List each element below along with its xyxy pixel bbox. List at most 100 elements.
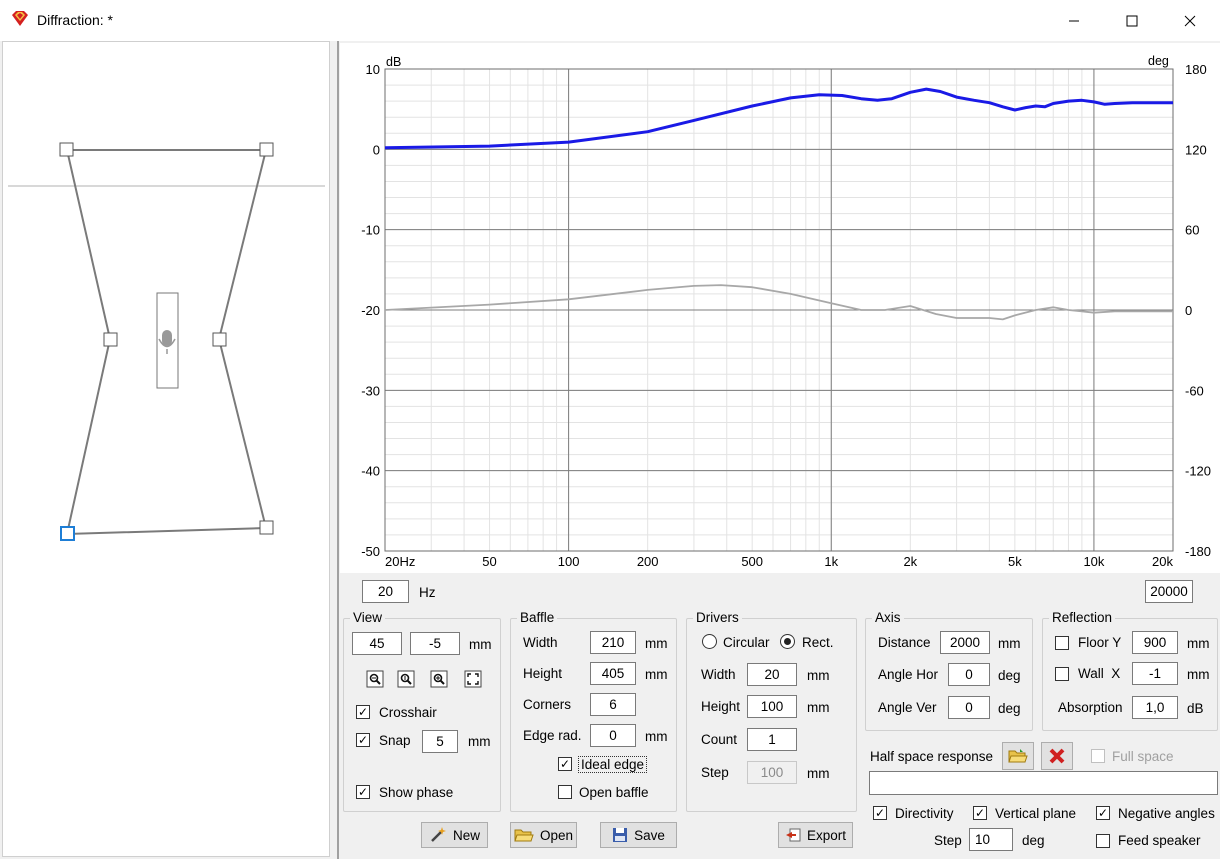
driver-step-unit: mm <box>807 766 830 781</box>
corner-handle[interactable] <box>259 142 274 157</box>
count-input[interactable]: 1 <box>747 728 797 751</box>
ideal-edge-checkbox[interactable]: ✓ <box>558 757 572 771</box>
export-button[interactable]: Export <box>778 822 853 848</box>
save-disk-icon <box>613 828 628 842</box>
baffle-height-input[interactable]: 405 <box>590 662 636 685</box>
corner-handle[interactable] <box>59 142 74 157</box>
x-tick-label: 5k <box>1008 554 1022 569</box>
baffle-height-unit: mm <box>645 667 668 682</box>
floor-unit: mm <box>1187 636 1210 651</box>
circular-radio[interactable] <box>702 634 717 649</box>
negative-angles-checkbox[interactable]: ✓ <box>1096 806 1110 820</box>
maximize-button[interactable] <box>1103 0 1161 41</box>
crosshair-label: Crosshair <box>379 705 437 720</box>
floor-input[interactable]: 900 <box>1132 631 1178 654</box>
y-tick-label: -50 <box>361 544 380 559</box>
floor-label: Floor Y <box>1078 635 1122 650</box>
corner-handle[interactable] <box>103 332 118 347</box>
y-tick-label: 0 <box>373 142 380 157</box>
close-button[interactable] <box>1161 0 1219 41</box>
y2-tick-label: 120 <box>1185 142 1207 157</box>
x-tick-label: 50 <box>482 554 496 569</box>
open-baffle-checkbox[interactable] <box>558 785 572 799</box>
angle-hor-input[interactable]: 0 <box>948 663 990 686</box>
export-button-label: Export <box>806 827 847 843</box>
export-arrow-icon <box>785 828 801 842</box>
max-frequency-input[interactable]: 20000 <box>1145 580 1193 603</box>
view-x-input[interactable]: 45 <box>352 632 402 655</box>
half-space-open-button[interactable] <box>1002 742 1034 770</box>
y-tick-label: -40 <box>361 464 380 479</box>
maximize-icon <box>1126 15 1138 26</box>
zoom-fit-icon[interactable] <box>395 668 417 690</box>
baffle-drawing[interactable] <box>3 42 329 856</box>
half-space-path-input[interactable] <box>869 771 1218 795</box>
y2-tick-label: -120 <box>1185 464 1211 479</box>
baffle-width-label: Width <box>523 635 558 650</box>
distance-input[interactable]: 2000 <box>940 631 990 654</box>
snap-input[interactable]: 5 <box>422 730 458 753</box>
view-y-input[interactable]: -5 <box>410 632 460 655</box>
delete-x-icon <box>1049 748 1065 764</box>
absorption-unit: dB <box>1187 701 1204 716</box>
angle-ver-input[interactable]: 0 <box>948 696 990 719</box>
absorption-label: Absorption <box>1058 700 1123 715</box>
corners-input[interactable]: 6 <box>590 693 636 716</box>
fit-all-icon[interactable] <box>462 668 484 690</box>
baffle-height-label: Height <box>523 666 563 681</box>
full-space-label: Full space <box>1112 749 1174 764</box>
view-unit-label: mm <box>469 637 492 652</box>
driver-height-unit: mm <box>807 700 830 715</box>
new-button[interactable]: New <box>421 822 488 848</box>
negative-angles-label: Negative angles <box>1118 806 1215 821</box>
minimize-button[interactable] <box>1045 0 1103 41</box>
save-button[interactable]: Save <box>600 822 677 848</box>
y-axis-unit: dB <box>386 55 401 69</box>
dir-step-input[interactable]: 10 <box>969 828 1013 851</box>
driver-height-label: Height <box>701 699 741 714</box>
full-space-checkbox <box>1091 749 1105 763</box>
snap-unit-label: mm <box>468 734 491 749</box>
y-tick-label: 10 <box>366 62 380 77</box>
feed-speaker-checkbox[interactable] <box>1096 834 1110 848</box>
selected-corner-handle[interactable] <box>60 526 75 541</box>
wall-checkbox[interactable] <box>1055 667 1069 681</box>
angle-ver-unit: deg <box>998 701 1021 716</box>
chart-area[interactable]: 10 0 -10 -20 -30 -40 -50 180 120 60 0 -60 -120 -180 … <box>340 43 1220 573</box>
baffle-drawing-pane[interactable] <box>2 41 330 857</box>
hz-unit-label: Hz <box>419 585 436 600</box>
wall-input[interactable]: -1 <box>1132 662 1178 685</box>
snap-checkbox[interactable]: ✓ <box>356 733 370 747</box>
frequency-response-chart[interactable]: 100-10-20-30-40-50 180120600-60-120-180 … <box>340 43 1220 573</box>
edge-radius-input[interactable]: 0 <box>590 724 636 747</box>
baffle-width-input[interactable]: 210 <box>590 631 636 654</box>
driver-width-input[interactable]: 20 <box>747 663 797 686</box>
edge-radius-unit: mm <box>645 729 668 744</box>
distance-label: Distance <box>878 635 931 650</box>
rect-radio[interactable] <box>780 634 795 649</box>
floor-checkbox[interactable] <box>1055 636 1069 650</box>
zoom-in-icon[interactable] <box>428 668 450 690</box>
half-space-clear-button[interactable] <box>1041 742 1073 770</box>
save-button-label: Save <box>634 827 665 843</box>
vertical-plane-checkbox[interactable]: ✓ <box>973 806 987 820</box>
absorption-input[interactable]: 1,0 <box>1132 696 1178 719</box>
zoom-out-icon[interactable] <box>364 668 386 690</box>
view-group-title: View <box>350 610 386 625</box>
corner-handle[interactable] <box>259 520 274 535</box>
show-phase-checkbox[interactable]: ✓ <box>356 785 370 799</box>
driver-step-input: 100 <box>747 761 797 784</box>
min-frequency-input[interactable]: 20 <box>362 580 409 603</box>
driver-height-input[interactable]: 100 <box>747 695 797 718</box>
drivers-group-title: Drivers <box>693 610 742 625</box>
y2-tick-label: -180 <box>1185 544 1211 559</box>
corner-handle[interactable] <box>212 332 227 347</box>
dir-step-unit: deg <box>1022 833 1045 848</box>
crosshair-checkbox[interactable]: ✓ <box>356 705 370 719</box>
angle-hor-unit: deg <box>998 668 1021 683</box>
directivity-checkbox[interactable]: ✓ <box>873 806 887 820</box>
directivity-label: Directivity <box>895 806 954 821</box>
x-tick-label: 100 <box>558 554 580 569</box>
open-button[interactable]: Open <box>510 822 577 848</box>
y-tick-label: -10 <box>361 223 380 238</box>
